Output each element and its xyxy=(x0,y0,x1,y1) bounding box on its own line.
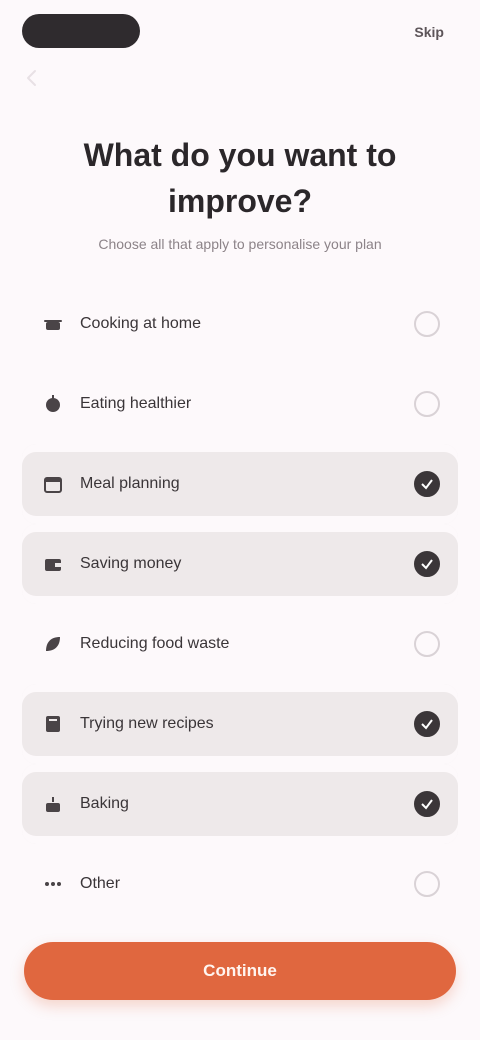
cake-icon xyxy=(42,793,64,815)
option-reducing-food-waste[interactable]: Reducing food waste xyxy=(22,604,458,684)
dots-icon xyxy=(42,873,64,895)
option-other[interactable]: Other xyxy=(22,844,458,924)
check-circle-icon xyxy=(414,551,440,577)
option-label: Reducing food waste xyxy=(80,635,230,652)
top-bar: Skip xyxy=(0,0,480,64)
option-trying-new-recipes[interactable]: Trying new recipes xyxy=(22,684,458,764)
option-meal-planning[interactable]: Meal planning xyxy=(22,444,458,524)
page-subtitle: Choose all that apply to personalise you… xyxy=(98,236,382,252)
continue-button[interactable]: Continue xyxy=(24,942,456,1000)
option-label: Trying new recipes xyxy=(80,715,214,732)
pot-icon xyxy=(42,313,64,335)
option-eating-healthier[interactable]: Eating healthier xyxy=(22,364,458,444)
option-baking[interactable]: Baking xyxy=(22,764,458,844)
check-circle-icon xyxy=(414,871,440,897)
book-icon xyxy=(42,713,64,735)
option-cooking-at-home[interactable]: Cooking at home xyxy=(22,284,458,364)
goal-options-list: Cooking at home Eating healthier Meal pl… xyxy=(22,284,458,924)
check-circle-icon xyxy=(414,471,440,497)
brand-logo xyxy=(22,14,140,48)
onboarding-screen: Skip What do you want to improve? Choose… xyxy=(0,0,480,1040)
check-circle-icon xyxy=(414,631,440,657)
option-label: Cooking at home xyxy=(80,315,201,332)
check-circle-icon xyxy=(414,711,440,737)
page-title: What do you want to improve? xyxy=(83,137,397,219)
option-label: Meal planning xyxy=(80,475,180,492)
check-circle-icon xyxy=(414,391,440,417)
back-arrow-icon[interactable] xyxy=(20,66,44,90)
option-label: Other xyxy=(80,875,121,892)
calendar-icon xyxy=(42,473,64,495)
option-saving-money[interactable]: Saving money xyxy=(22,524,458,604)
apple-icon xyxy=(42,393,64,415)
option-label: Baking xyxy=(80,795,129,812)
check-circle-icon xyxy=(414,311,440,337)
wallet-icon xyxy=(42,553,64,575)
leaf-icon xyxy=(42,633,64,655)
option-label: Eating healthier xyxy=(80,395,192,412)
option-label: Saving money xyxy=(80,555,182,572)
check-circle-icon xyxy=(414,791,440,817)
skip-button[interactable]: Skip xyxy=(414,22,444,42)
